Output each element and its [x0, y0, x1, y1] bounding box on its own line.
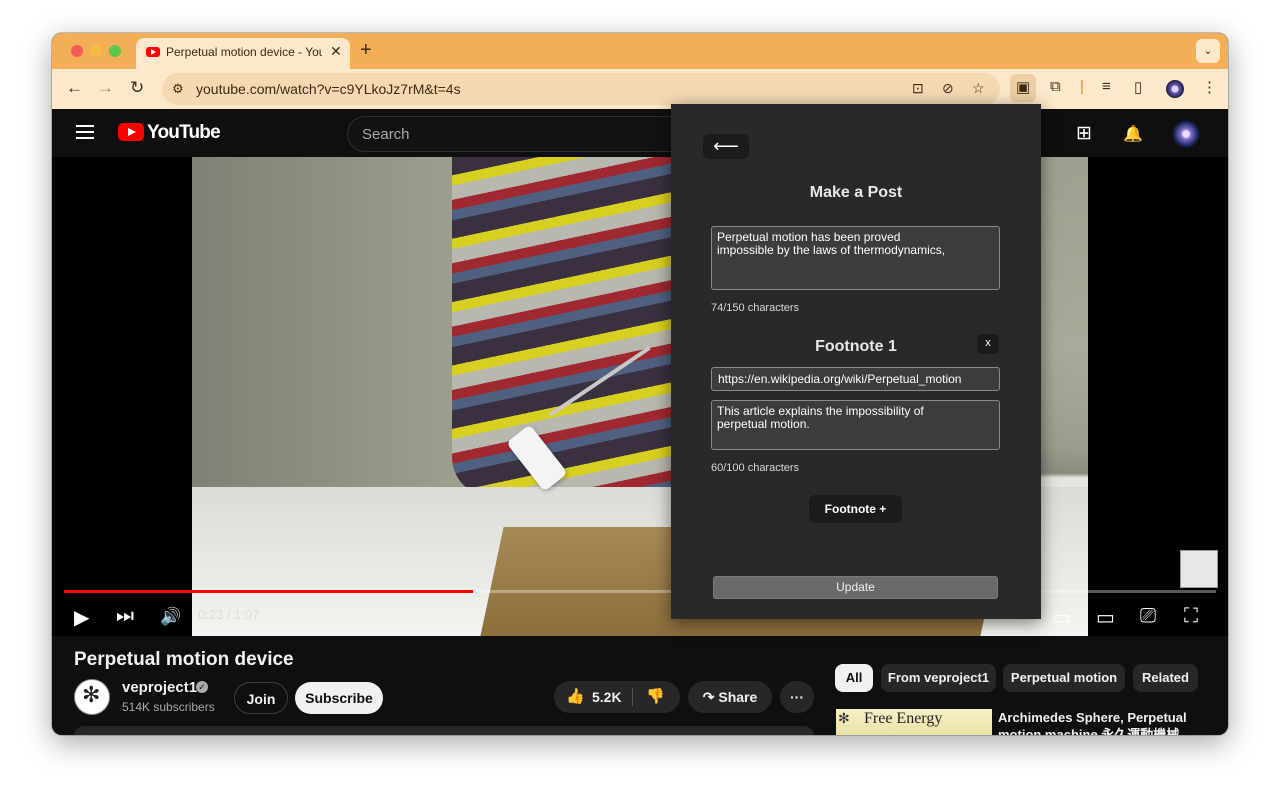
video-person [452, 157, 702, 497]
like-dislike-group: 👍 5.2K 👎 [554, 681, 680, 713]
back-button[interactable]: ⟵ [703, 134, 749, 159]
make-post-popup: ⟵ Make a Post Perpetual motion has been … [671, 104, 1041, 619]
video-title: Perpetual motion device [74, 649, 294, 670]
eye-off-icon[interactable]: ⊘ [942, 80, 954, 97]
like-divider [632, 688, 633, 706]
next-icon[interactable]: ⏭ [116, 605, 134, 628]
browser-menu-icon[interactable]: ⋮ [1202, 78, 1217, 96]
forward-icon[interactable]: → [97, 78, 114, 98]
browser-window: Perpetual motion device - YouTube ✕ + ⌄ … [52, 33, 1228, 735]
close-window-button[interactable] [71, 45, 83, 57]
recommendation-thumbnail[interactable]: ✻ Free Energy [836, 709, 992, 735]
fullscreen-icon[interactable]: ⛶ [1184, 605, 1198, 628]
join-button[interactable]: Join [234, 682, 288, 714]
subscribe-button[interactable]: Subscribe [295, 682, 383, 714]
create-video-icon[interactable]: ⊞ [1076, 122, 1092, 145]
chip-perpetual-motion[interactable]: Perpetual motion [1003, 664, 1125, 692]
youtube-page: YouTube Search ⊞ 🔔 ▶ ⏭ 🔊 0:23 / 1:07 ▭ ▭… [52, 109, 1228, 735]
progress-bar[interactable] [64, 590, 1216, 593]
browser-tab-active[interactable]: Perpetual motion device - YouTube ✕ [136, 38, 350, 69]
toolbar-divider: | [1080, 78, 1084, 95]
search-placeholder: Search [362, 126, 410, 143]
theater-mode-icon[interactable]: ▭ [1096, 605, 1115, 630]
extension-icon: ▣ [1016, 79, 1031, 96]
volume-icon[interactable]: 🔊 [160, 607, 181, 627]
cast-icon[interactable]: ⎚ [1140, 605, 1156, 628]
dislike-icon[interactable]: 👎 [646, 681, 665, 713]
description-box[interactable] [74, 726, 814, 735]
youtube-favicon-icon [146, 47, 160, 57]
minimize-window-button[interactable] [90, 45, 102, 57]
update-button[interactable]: Update [713, 576, 998, 599]
remove-footnote-button[interactable]: x [977, 334, 999, 354]
play-icon[interactable]: ▶ [74, 605, 89, 630]
youtube-logo-icon[interactable] [118, 123, 144, 141]
recommendation-title[interactable]: Archimedes Sphere, Perpetual motion mach… [998, 709, 1188, 735]
verified-check-icon: ✓ [196, 681, 208, 693]
tab-close-icon[interactable]: ✕ [330, 43, 342, 60]
chip-related[interactable]: Related [1133, 664, 1198, 692]
like-count[interactable]: 5.2K [592, 681, 622, 713]
notifications-icon[interactable]: 🔔 [1123, 124, 1143, 144]
thumbnail-text: Free Energy [864, 710, 943, 727]
site-info-icon[interactable]: ⚙ [172, 81, 184, 97]
account-avatar[interactable] [1172, 120, 1200, 148]
video-player[interactable]: ▶ ⏭ 🔊 0:23 / 1:07 ▭ ▭ ⎚ ⛶ [52, 157, 1228, 636]
share-button[interactable]: ↷ Share [688, 681, 772, 713]
add-footnote-button[interactable]: Footnote + [809, 495, 902, 523]
progress-bar-fill [64, 590, 473, 593]
tab-strip: Perpetual motion device - YouTube ✕ + ⌄ [52, 33, 1228, 69]
subscriber-count: 514K subscribers [122, 700, 215, 714]
menu-icon[interactable] [76, 125, 94, 139]
youtube-header: YouTube Search ⊞ 🔔 [52, 109, 1228, 157]
like-icon[interactable]: 👍 [566, 681, 585, 713]
footnote-textarea[interactable]: This article explains the impossibility … [711, 400, 1000, 450]
profile-avatar[interactable] [1166, 80, 1184, 98]
maximize-window-button[interactable] [109, 45, 121, 57]
post-textarea[interactable]: Perpetual motion has been proved impossi… [711, 226, 1000, 290]
browser-toolbar: ← → ↻ ⚙ youtube.com/watch?v=c9YLkoJz7rM&… [52, 69, 1228, 109]
thumbnail-logo-icon: ✻ [838, 710, 850, 726]
channel-name[interactable]: veproject1 [122, 679, 197, 696]
channel-watermark[interactable] [1180, 550, 1218, 588]
bookmark-star-icon[interactable]: ☆ [972, 80, 985, 97]
chip-all[interactable]: All [835, 664, 873, 692]
tab-title: Perpetual motion device - YouTube [166, 45, 322, 59]
reload-icon[interactable]: ↻ [130, 78, 144, 98]
youtube-wordmark[interactable]: YouTube [147, 122, 221, 144]
footnote-url-input[interactable]: https://en.wikipedia.org/wiki/Perpetual_… [711, 367, 1000, 391]
channel-avatar[interactable] [74, 679, 110, 715]
more-actions-button[interactable]: ··· [780, 681, 814, 713]
media-controls-icon[interactable]: ≡ [1102, 78, 1111, 95]
post-character-counter: 74/150 characters [711, 302, 800, 314]
side-panel-icon[interactable]: ▯ [1134, 78, 1142, 96]
footnote-character-counter: 60/100 characters [711, 462, 800, 474]
back-icon[interactable]: ← [66, 78, 83, 98]
popup-heading: Make a Post [809, 184, 903, 201]
chip-from-channel[interactable]: From veproject1 [881, 664, 996, 692]
tab-search-button[interactable]: ⌄ [1196, 39, 1220, 63]
install-app-icon[interactable]: ⊡ [912, 80, 924, 97]
video-wall [192, 157, 482, 487]
url-text[interactable]: youtube.com/watch?v=c9YLkoJz7rM&t=4s [196, 81, 461, 97]
address-bar[interactable]: ⚙ youtube.com/watch?v=c9YLkoJz7rM&t=4s ⊡… [162, 73, 1000, 105]
new-tab-button[interactable]: + [360, 39, 372, 62]
miniplayer-icon[interactable]: ▭ [1052, 605, 1071, 630]
puzzle-extensions-icon[interactable]: ⧉ [1050, 78, 1061, 95]
time-display: 0:23 / 1:07 [198, 607, 260, 622]
search-input[interactable]: Search [347, 116, 687, 152]
